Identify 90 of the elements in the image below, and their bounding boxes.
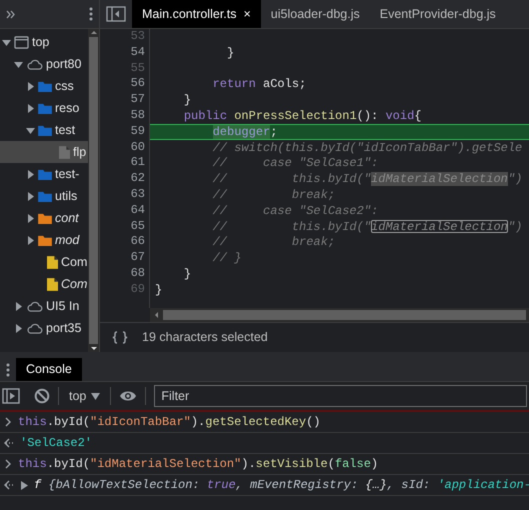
code-line: // this.byId("idMaterialSelection"): [212, 172, 522, 186]
collapsed-arrow-icon[interactable]: [26, 236, 35, 244]
line-number: 66: [130, 234, 146, 250]
prompt-chevron-icon: [4, 417, 12, 427]
expand-icon[interactable]: [6, 10, 16, 18]
frame-icon: [14, 36, 29, 48]
line-number: 59: [130, 124, 146, 140]
context-select[interactable]: top: [67, 386, 102, 406]
pretty-print-icon[interactable]: [112, 331, 128, 344]
line-number: 55: [130, 60, 146, 76]
tree-item[interactable]: reso: [0, 97, 88, 119]
line-number: 67: [130, 250, 146, 266]
console-result: 'SelCase2': [20, 435, 92, 452]
scroll-left-icon[interactable]: [153, 311, 159, 319]
collapsed-arrow-icon[interactable]: [26, 192, 35, 200]
collapsed-arrow-icon[interactable]: [26, 170, 35, 178]
scrollbar[interactable]: [88, 29, 99, 352]
console-result: f {bAllowTextSelection: true, mEventRegistry: {…}, sId: 'application-: [34, 477, 529, 494]
line-number: 61: [130, 155, 146, 172]
filter-field[interactable]: Filter: [154, 385, 527, 407]
line-number: 60: [130, 140, 146, 156]
dropdown-arrow-icon[interactable]: [91, 392, 100, 400]
tree-item[interactable]: css: [0, 75, 88, 97]
collapsed-arrow-icon[interactable]: [26, 104, 35, 112]
sidebar-toggle-icon[interactable]: [2, 388, 20, 404]
tree-item[interactable]: mod: [0, 229, 88, 251]
tree-item[interactable]: port80: [0, 53, 88, 75]
code-line: // break;: [212, 188, 336, 202]
tree-item[interactable]: top: [0, 31, 88, 53]
collapsed-arrow-icon[interactable]: [14, 324, 23, 332]
tree-item[interactable]: utils: [0, 185, 88, 207]
code-line: }: [182, 93, 192, 107]
cloud-icon: [26, 300, 43, 312]
tree-item[interactable]: Com: [0, 251, 88, 273]
expanded-arrow-icon[interactable]: [14, 60, 23, 68]
console-tab[interactable]: Console: [16, 358, 82, 381]
result-arrow-icon: [4, 480, 14, 490]
eye-icon[interactable]: [119, 390, 138, 402]
expand-arrow-icon[interactable]: [20, 480, 28, 490]
code-line: // switch(this.byId("idIconTabBar").getSele: [212, 140, 522, 154]
clear-icon[interactable]: [34, 388, 50, 404]
line-number: 54: [130, 44, 146, 61]
code-line: // case "SelCase2":: [212, 204, 378, 218]
code-line: }: [182, 266, 192, 281]
expanded-arrow-icon[interactable]: [26, 126, 35, 134]
expanded-arrow-icon[interactable]: [2, 38, 11, 46]
sidebar-toggle-icon[interactable]: [106, 6, 126, 22]
console-command: this.byId("idIconTabBar").getSelectedKey(): [18, 414, 320, 431]
code-line: debugger;: [212, 124, 278, 139]
result-arrow-icon: [4, 438, 14, 448]
prompt-chevron-icon: [4, 459, 12, 469]
tree-item[interactable]: Com: [0, 273, 88, 295]
file-tab[interactable]: ui5loader-dbg.js: [260, 0, 370, 28]
line-number: 69: [130, 282, 146, 298]
more-icon[interactable]: [6, 362, 10, 376]
code-line: // case "SelCase1":: [212, 156, 378, 170]
cloud-icon: [26, 322, 43, 334]
tree-item[interactable]: cont: [0, 207, 88, 229]
code-line: public onPressSelection1(): void{: [182, 108, 422, 123]
tree-item[interactable]: port35: [0, 317, 88, 339]
line-number: 62: [130, 171, 146, 187]
line-number: 56: [130, 76, 146, 92]
line-number: 58: [130, 108, 146, 124]
console-command: this.byId("idMaterialSelection").setVisible(false): [18, 456, 378, 473]
cloud-icon: [26, 58, 43, 70]
code-line: // }: [212, 251, 242, 265]
file-tab[interactable]: Main.controller.ts ×: [132, 0, 261, 28]
code-line: }: [226, 46, 234, 60]
line-number: 53: [130, 29, 146, 45]
tree-item[interactable]: test-: [0, 163, 88, 185]
line-number: 64: [130, 202, 146, 219]
tree-item[interactable]: flp: [0, 141, 88, 163]
line-number: 57: [130, 92, 146, 108]
code-line: }: [155, 282, 162, 297]
code-line: // break;: [212, 235, 336, 250]
more-icon[interactable]: [89, 7, 93, 21]
status-text: 19 characters selected: [142, 329, 268, 346]
collapsed-arrow-icon[interactable]: [26, 82, 35, 90]
line-number: 68: [130, 266, 146, 282]
tree-item[interactable]: test: [0, 119, 88, 141]
code-line: // this.byId("idMaterialSelection"): [212, 220, 522, 234]
close-icon[interactable]: ×: [243, 4, 251, 24]
collapsed-arrow-icon[interactable]: [26, 214, 35, 222]
file-tab[interactable]: EventProvider-dbg.js: [370, 0, 506, 28]
tree-item[interactable]: UI5 In: [0, 295, 88, 317]
collapsed-arrow-icon[interactable]: [14, 302, 23, 310]
line-number: 65: [130, 218, 146, 234]
code-line: return aCols;: [212, 77, 306, 92]
line-number: 63: [130, 186, 146, 203]
scrollbar[interactable]: [150, 308, 529, 322]
